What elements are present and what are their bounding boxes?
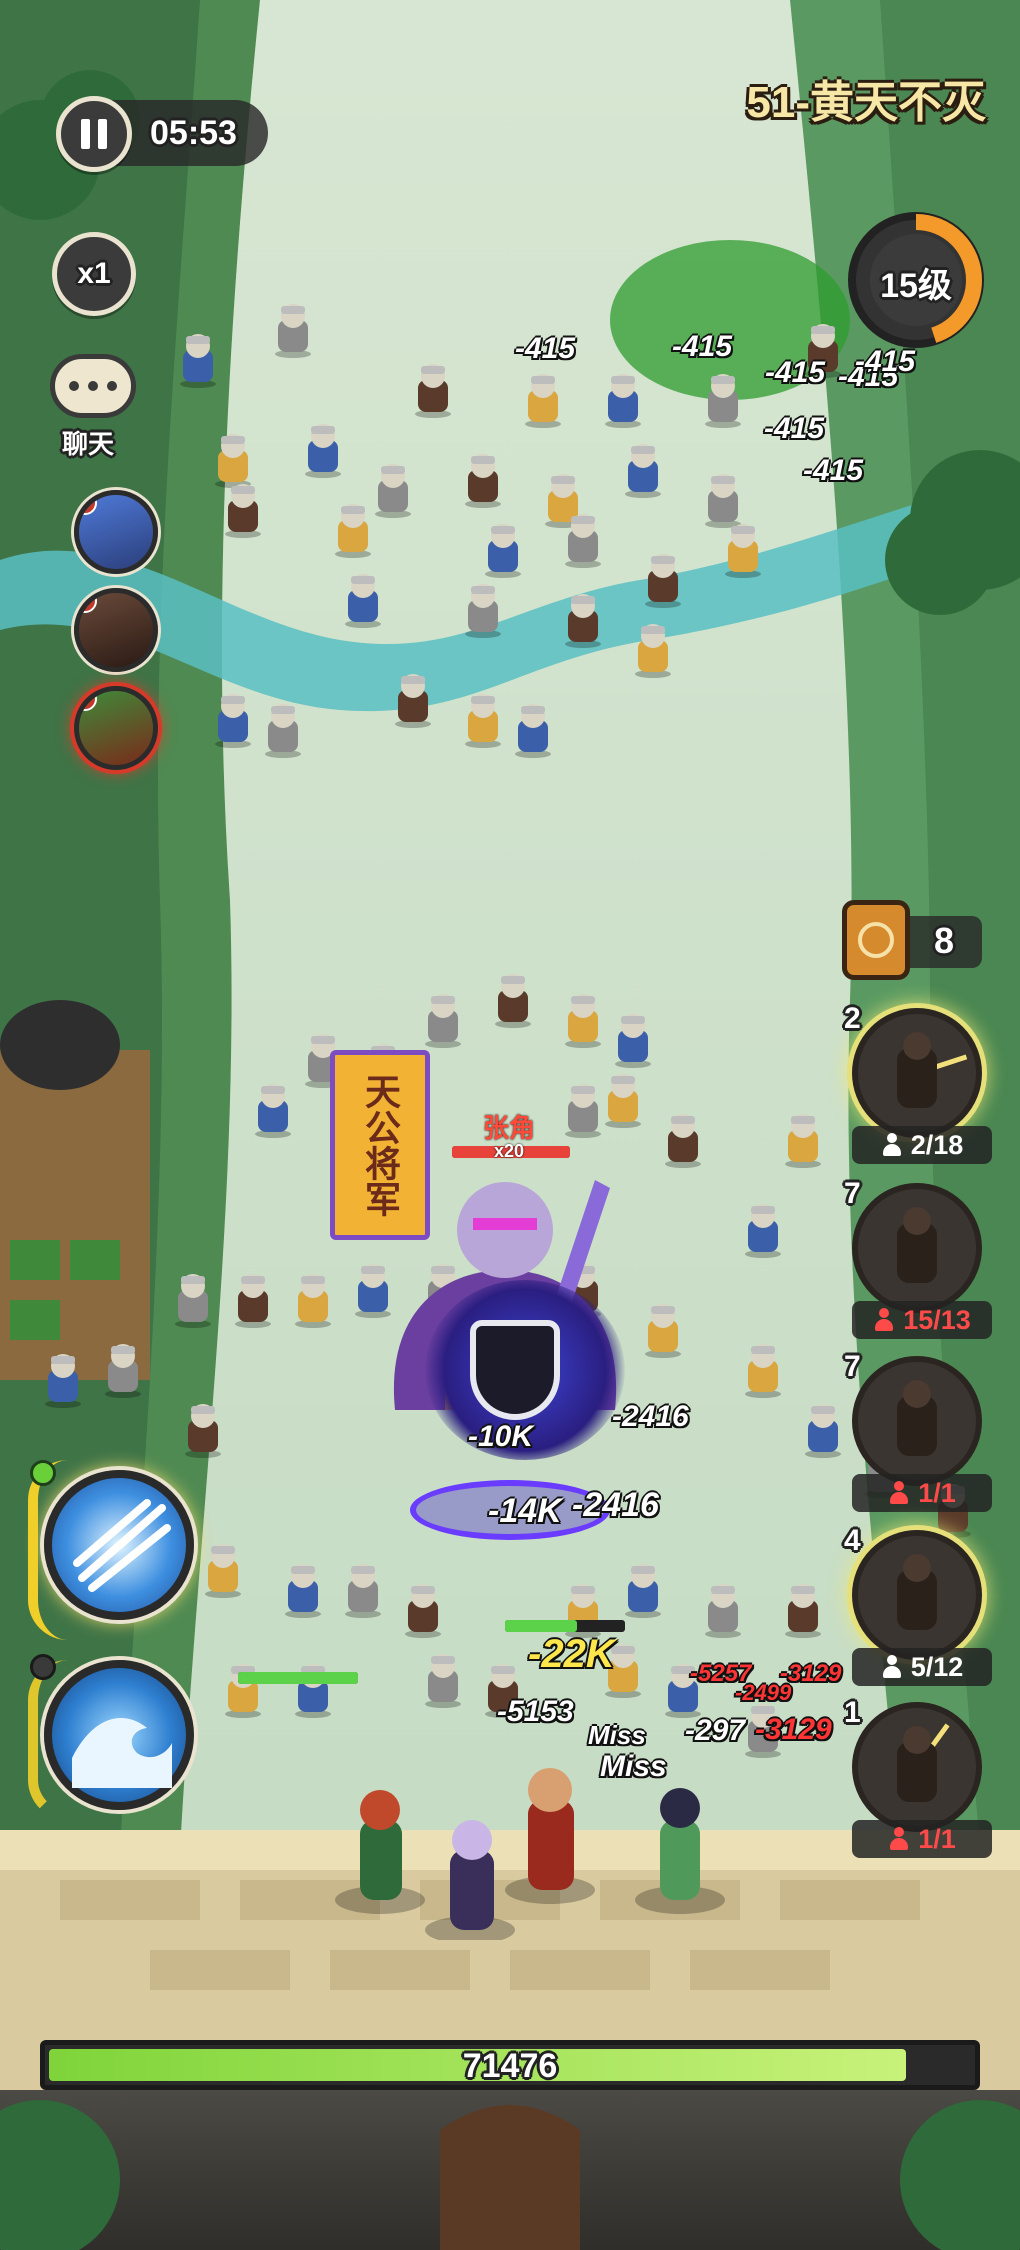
damage-number: Miss <box>600 1750 667 1783</box>
damage-number: -415 <box>764 412 825 445</box>
hero-portrait-1[interactable] <box>74 490 158 574</box>
skill-cooldown-arc-1 <box>28 1460 68 1640</box>
hero-portrait-3[interactable] <box>74 686 158 770</box>
unit-count: 5/12 <box>910 1651 964 1682</box>
game-stage[interactable]: 天公将军 张角 x20 -415 -415 -415 -415 -415 -41… <box>0 0 1020 2250</box>
unit-level: 4 <box>844 1524 861 1557</box>
unit-card-3[interactable]: 7 1/1 <box>844 1350 992 1512</box>
person-icon <box>888 1827 910 1851</box>
hero-portrait-2[interactable] <box>74 588 158 672</box>
damage-number: -5153 <box>497 1695 574 1728</box>
person-icon <box>881 1133 903 1157</box>
token-count: 8 <box>934 920 955 961</box>
wall-hp-bar: 71476 <box>40 2040 980 2090</box>
unit-count: 1/1 <box>918 1823 956 1854</box>
damage-number: -2416 <box>572 1486 659 1524</box>
damage-number: -14K <box>488 1492 562 1530</box>
unit-count-badge: 15/13 <box>852 1301 992 1339</box>
ice-spear-icon <box>73 1499 171 1592</box>
unit-cooldown-icon <box>897 1723 950 1802</box>
unit-cooldown-icon <box>897 1032 968 1108</box>
damage-number: -415 <box>765 356 826 389</box>
unit-level: 2 <box>844 1002 861 1035</box>
damage-number: Miss <box>588 1720 646 1750</box>
unit-count: 1/1 <box>918 1477 956 1508</box>
player-level-ring[interactable]: 15级 <box>842 206 990 354</box>
unit-count-badge: 2/18 <box>852 1126 992 1164</box>
wall-hp-value: 71476 <box>462 2047 558 2085</box>
damage-number: -415 <box>515 332 576 365</box>
damage-number: -415 <box>803 454 864 487</box>
unit-count-badge: 1/1 <box>852 1820 992 1858</box>
damage-number: -2499 <box>735 1680 792 1705</box>
skill-charge-dot-1 <box>30 1460 56 1486</box>
unit-count: 2/18 <box>910 1129 964 1160</box>
speed-button[interactable]: x1 <box>52 232 136 316</box>
player-level-label: 15级 <box>880 267 952 305</box>
unit-card-1[interactable]: 2 2/18 <box>844 1002 992 1164</box>
command-token-icon <box>842 900 910 980</box>
chat-bubble-icon <box>50 354 136 418</box>
unit-card-5[interactable]: 1 1/1 <box>844 1696 992 1858</box>
damage-number: -415 <box>672 330 733 363</box>
unit-count-badge: 5/12 <box>852 1648 992 1686</box>
damage-number: -297 <box>685 1714 746 1747</box>
pause-button[interactable] <box>56 96 132 172</box>
tidal-wave-icon <box>72 1718 172 1788</box>
unit-count: 15/13 <box>903 1304 971 1335</box>
unit-level: 1 <box>844 1696 861 1729</box>
unit-level: 7 <box>844 1177 861 1210</box>
damage-number: -22K <box>528 1632 615 1676</box>
person-icon <box>888 1481 910 1505</box>
speed-label: x1 <box>77 257 111 290</box>
timer-text: 05:53 <box>150 113 237 152</box>
stage-title: 51-黄天不灭 <box>746 78 986 127</box>
unit-cooldown-icon <box>897 1380 937 1456</box>
damage-number: -3129 <box>755 1713 832 1746</box>
damage-number: -2416 <box>612 1400 689 1433</box>
command-token-counter[interactable]: 8 <box>842 900 982 980</box>
chat-label: 聊天 <box>62 429 115 459</box>
skill-cooldown-arc-2 <box>28 1660 68 1820</box>
damage-number: -10K <box>468 1420 534 1453</box>
unit-card-2[interactable]: 7 15/13 <box>844 1177 992 1339</box>
unit-card-4[interactable]: 4 5/12 <box>844 1524 992 1686</box>
skill-charge-dot-2 <box>30 1654 56 1680</box>
unit-cooldown-icon <box>897 1207 937 1283</box>
unit-level: 7 <box>844 1350 861 1383</box>
unit-count-badge: 1/1 <box>852 1474 992 1512</box>
unit-cooldown-icon <box>897 1554 937 1630</box>
pause-icon <box>81 119 107 149</box>
person-icon <box>873 1308 895 1332</box>
chat-button[interactable]: 聊天 <box>48 350 148 460</box>
person-icon <box>881 1655 903 1679</box>
